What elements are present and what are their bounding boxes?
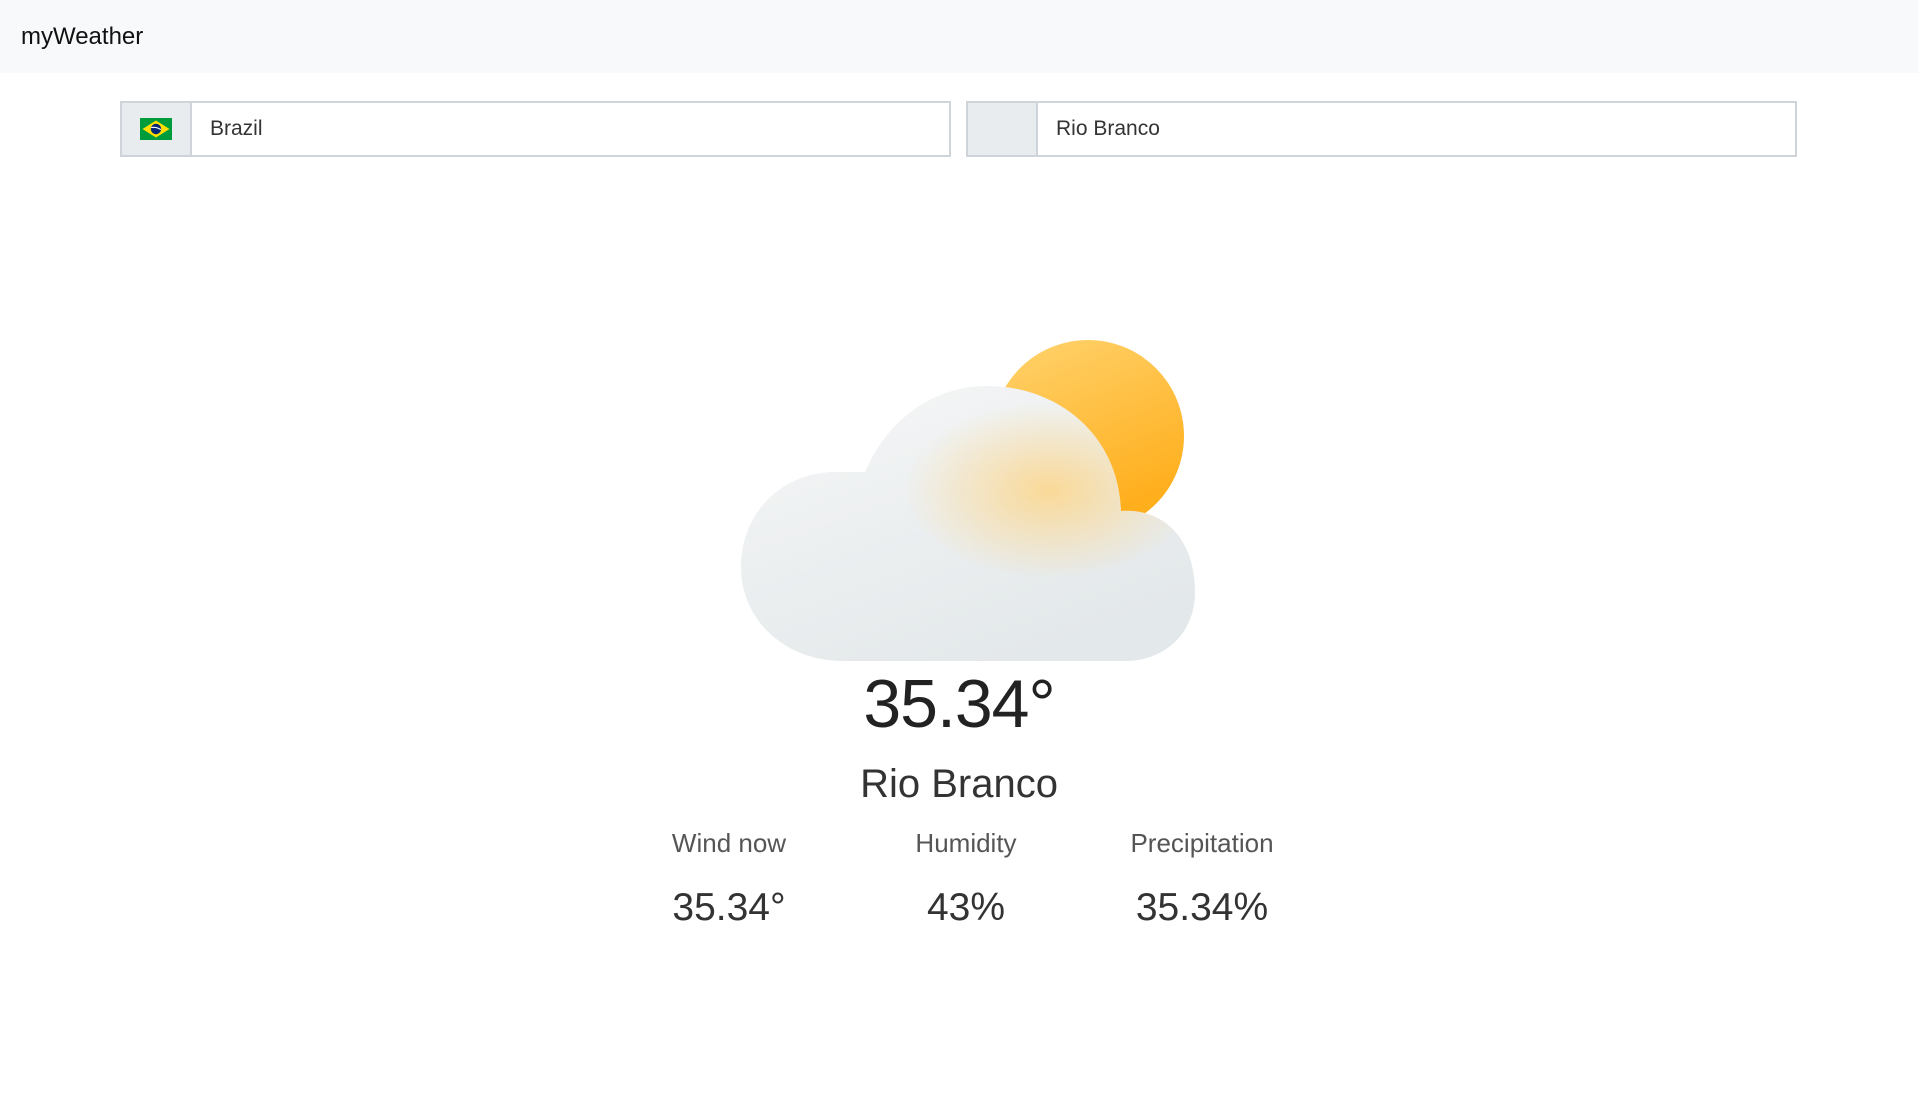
precipitation-value: 35.34% [1135,886,1269,929]
navbar: myWeather [0,0,1918,73]
partly-cloudy-icon [741,340,1195,661]
humidity-stat: Humidity 43% [846,828,1086,930]
wind-stat: Wind now 35.34° [609,828,849,930]
current-temperature: 35.34° [863,666,1055,742]
country-flag-addon [122,103,192,155]
country-select[interactable]: Brazil [120,101,951,157]
city-addon [968,103,1038,155]
brazil-flag-icon [140,118,172,140]
precipitation-label: Precipitation [1130,828,1274,858]
city-select-value[interactable]: Rio Branco [1038,103,1795,155]
city-select[interactable]: Rio Branco [966,101,1797,157]
wind-value: 35.34° [672,886,786,929]
humidity-label: Humidity [915,828,1017,858]
humidity-value: 43% [926,886,1006,929]
wind-label: Wind now [671,828,787,858]
current-city-name: Rio Branco [860,762,1058,806]
brand-logo[interactable]: myWeather [21,23,143,51]
precipitation-stat: Precipitation 35.34% [1082,828,1322,930]
country-select-value[interactable]: Brazil [192,103,949,155]
